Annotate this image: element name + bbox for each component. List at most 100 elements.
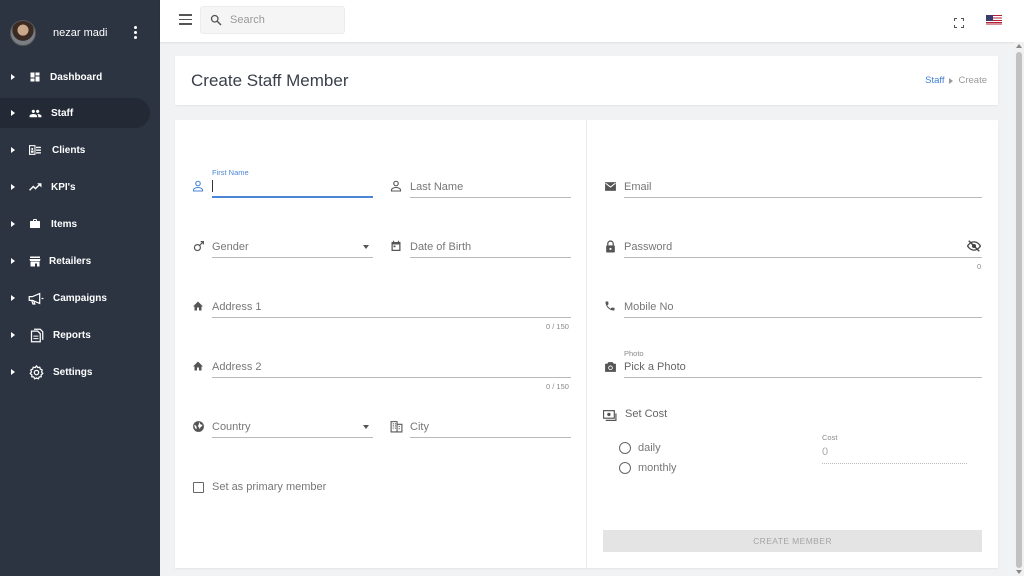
search-input[interactable] xyxy=(230,14,335,26)
breadcrumb-staff-link[interactable]: Staff xyxy=(925,75,944,86)
first-name-input[interactable] xyxy=(212,176,373,198)
mobile-label: Mobile No xyxy=(624,301,674,313)
radio-daily-label: daily xyxy=(638,442,661,454)
password-label: Password xyxy=(624,241,673,253)
menu-icon[interactable] xyxy=(179,14,192,25)
address-2-input[interactable]: Address 2 xyxy=(212,356,571,378)
mobile-input[interactable]: Mobile No xyxy=(624,296,982,318)
email-label: Email xyxy=(624,181,652,193)
gear-icon xyxy=(28,364,44,380)
create-member-button[interactable]: CREATE MEMBER xyxy=(603,530,982,552)
dropdown-arrow-icon xyxy=(363,425,369,429)
cost-input[interactable]: 0 xyxy=(822,444,967,464)
sidebar-item-settings[interactable]: Settings xyxy=(0,357,150,387)
scroll-down-icon[interactable] xyxy=(1016,570,1022,574)
photo-placeholder: Pick a Photo xyxy=(624,361,686,373)
page-header: Create Staff Member Staff Create xyxy=(175,56,998,105)
city-icon xyxy=(389,419,403,433)
sidebar-item-label: Dashboard xyxy=(50,71,103,83)
search-box[interactable] xyxy=(200,6,345,34)
home-icon xyxy=(191,359,205,373)
us-flag-icon[interactable] xyxy=(986,15,1002,25)
documents-icon xyxy=(28,328,44,342)
megaphone-icon xyxy=(28,291,44,305)
sidebar-item-retailers[interactable]: Retailers xyxy=(0,246,150,276)
phone-icon xyxy=(603,299,617,313)
photo-picker[interactable]: Pick a Photo xyxy=(624,356,982,378)
sidebar-item-clients[interactable]: Clients xyxy=(0,135,150,165)
date-of-birth-label: Date of Birth xyxy=(410,241,472,253)
sidebar-item-kpis[interactable]: KPI's xyxy=(0,172,150,202)
sidebar-item-items[interactable]: Items xyxy=(0,209,150,239)
country-label: Country xyxy=(212,421,251,433)
mail-icon xyxy=(603,179,617,193)
last-name-label: Last Name xyxy=(410,181,464,193)
sidebar-item-label: Settings xyxy=(53,366,93,378)
page-title: Create Staff Member xyxy=(191,71,349,90)
sidebar-item-campaigns[interactable]: Campaigns xyxy=(0,283,150,313)
caret-right-icon xyxy=(11,332,15,338)
person-icon xyxy=(191,179,205,193)
date-of-birth-input[interactable]: Date of Birth xyxy=(410,236,571,258)
contacts-icon xyxy=(28,143,42,157)
primary-member-checkbox[interactable] xyxy=(193,482,204,493)
city-label: City xyxy=(410,421,429,433)
avatar[interactable] xyxy=(10,19,36,46)
sidebar-item-reports[interactable]: Reports xyxy=(0,320,150,350)
fullscreen-icon[interactable] xyxy=(953,15,965,33)
sidebar-item-label: Items xyxy=(51,218,78,230)
address-1-input[interactable]: Address 1 xyxy=(212,296,571,318)
address-2-label: Address 2 xyxy=(212,361,262,373)
email-input[interactable]: Email xyxy=(624,176,982,198)
user-name: nezar madi xyxy=(53,26,108,39)
primary-member-label: Set as primary member xyxy=(212,481,327,493)
sidebar-item-label: KPI's xyxy=(51,181,76,193)
home-icon xyxy=(191,299,205,313)
sidebar-item-label: Staff xyxy=(51,107,74,119)
sidebar-item-label: Clients xyxy=(52,144,86,156)
scroll-up-icon[interactable] xyxy=(1016,44,1022,48)
gender-select[interactable]: Gender xyxy=(212,236,373,258)
dashboard-icon xyxy=(28,70,42,84)
password-input[interactable]: Password xyxy=(624,236,982,258)
sidebar-item-dashboard[interactable]: Dashboard xyxy=(0,62,150,92)
address-1-label: Address 1 xyxy=(212,301,262,313)
staff-form: First Name Last Name Email Gender Date o… xyxy=(175,120,998,568)
radio-monthly[interactable] xyxy=(619,462,631,474)
calendar-icon xyxy=(389,239,403,253)
sidebar: nezar madi Dashboard Staff Clients KPI's… xyxy=(0,0,160,576)
globe-icon xyxy=(191,419,205,433)
sidebar-item-label: Reports xyxy=(53,329,91,341)
radio-daily[interactable] xyxy=(619,442,631,454)
caret-right-icon xyxy=(11,221,15,227)
caret-right-icon xyxy=(11,369,15,375)
cost-label: Cost xyxy=(822,433,838,442)
address-1-counter: 0 / 150 xyxy=(546,322,569,331)
scrollbar-thumb[interactable] xyxy=(1016,52,1022,568)
breadcrumb: Staff Create xyxy=(925,75,987,86)
caret-right-icon xyxy=(11,258,15,264)
column-divider xyxy=(586,120,587,568)
visibility-off-icon[interactable] xyxy=(967,239,981,253)
sidebar-item-label: Campaigns xyxy=(53,292,107,304)
country-select[interactable]: Country xyxy=(212,416,373,438)
trending-up-icon xyxy=(28,180,42,194)
briefcase-icon xyxy=(28,217,42,231)
set-cost-label: Set Cost xyxy=(625,408,668,420)
user-panel: nezar madi xyxy=(0,0,160,65)
city-input[interactable]: City xyxy=(410,416,571,438)
caret-right-icon xyxy=(11,147,15,153)
caret-right-icon xyxy=(11,74,15,80)
sidebar-item-label: Retailers xyxy=(49,255,92,267)
more-vert-icon[interactable] xyxy=(134,26,137,39)
radio-monthly-label: monthly xyxy=(638,462,677,474)
store-icon xyxy=(28,254,42,268)
chevron-right-icon xyxy=(949,77,954,84)
last-name-input[interactable]: Last Name xyxy=(410,176,571,198)
top-bar xyxy=(160,0,1024,42)
sidebar-item-staff[interactable]: Staff xyxy=(0,98,150,128)
search-icon xyxy=(210,14,222,26)
text-cursor xyxy=(212,180,213,192)
lock-icon xyxy=(603,239,617,253)
scrollbar[interactable] xyxy=(1014,42,1024,576)
